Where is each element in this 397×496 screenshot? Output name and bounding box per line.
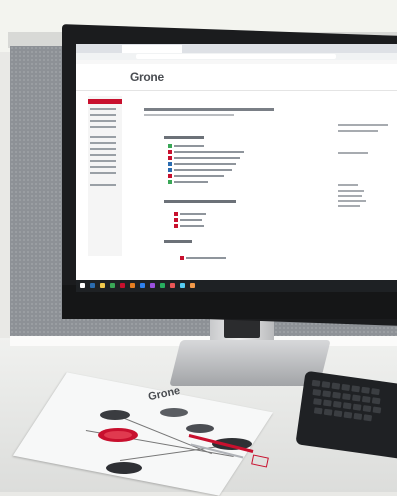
section-title bbox=[164, 200, 236, 203]
key bbox=[342, 402, 352, 410]
header-divider bbox=[76, 90, 397, 91]
folder-icon[interactable] bbox=[100, 283, 105, 288]
taskbar-app-icon[interactable] bbox=[180, 283, 185, 288]
taskbar-app-icon[interactable] bbox=[190, 283, 195, 288]
activity-link[interactable] bbox=[174, 163, 236, 165]
address-bar[interactable] bbox=[136, 54, 336, 59]
sidebar-item-active[interactable] bbox=[88, 99, 122, 104]
key bbox=[353, 412, 363, 420]
activity-link[interactable] bbox=[174, 157, 240, 159]
brochure-disc bbox=[106, 462, 142, 474]
key bbox=[321, 381, 331, 389]
key bbox=[351, 385, 361, 393]
block-item[interactable] bbox=[338, 205, 360, 207]
key bbox=[343, 411, 353, 419]
key bbox=[361, 395, 371, 403]
pdf-icon bbox=[174, 224, 178, 228]
doc-icon bbox=[168, 162, 172, 166]
key bbox=[332, 400, 342, 408]
activity-link[interactable] bbox=[174, 151, 244, 153]
pdf-icon bbox=[180, 256, 184, 260]
activity-link[interactable] bbox=[174, 145, 204, 147]
block-item[interactable] bbox=[338, 200, 366, 202]
taskbar-app-icon[interactable] bbox=[110, 283, 115, 288]
activity-link[interactable] bbox=[180, 225, 204, 227]
taskbar-app-icon[interactable] bbox=[150, 283, 155, 288]
start-icon[interactable] bbox=[80, 283, 85, 288]
activity-icon bbox=[168, 180, 172, 184]
sidebar-item[interactable] bbox=[90, 172, 116, 174]
key bbox=[351, 394, 361, 402]
key bbox=[313, 398, 322, 406]
activity-link[interactable] bbox=[174, 175, 224, 177]
block-item[interactable] bbox=[338, 190, 364, 192]
sidebar-item[interactable] bbox=[90, 136, 116, 138]
block-item[interactable] bbox=[338, 184, 358, 186]
brochure-disc bbox=[160, 408, 188, 417]
activity-link[interactable] bbox=[180, 213, 206, 215]
activity-link[interactable] bbox=[186, 257, 226, 259]
key bbox=[312, 388, 322, 396]
key bbox=[372, 406, 382, 414]
key bbox=[361, 386, 370, 394]
brochure-disc bbox=[186, 424, 214, 433]
key bbox=[363, 414, 373, 422]
key bbox=[322, 390, 332, 398]
sidebar-item[interactable] bbox=[90, 166, 116, 168]
activity-icon bbox=[168, 144, 172, 148]
sidebar-item[interactable] bbox=[90, 108, 116, 110]
breadcrumb bbox=[144, 114, 234, 116]
bookmarks-bar bbox=[76, 60, 397, 64]
monitor-screen: Grone bbox=[76, 44, 397, 292]
key bbox=[311, 379, 321, 387]
pdf-icon bbox=[168, 174, 172, 178]
key bbox=[331, 382, 341, 390]
pdf-icon bbox=[174, 212, 178, 216]
block-item[interactable] bbox=[338, 124, 388, 126]
browser-tab[interactable] bbox=[122, 45, 182, 53]
sidebar-item[interactable] bbox=[90, 148, 116, 150]
key bbox=[371, 397, 381, 405]
site-logo[interactable]: Grone bbox=[130, 70, 164, 84]
taskbar-app-icon[interactable] bbox=[130, 283, 135, 288]
sidebar-item[interactable] bbox=[90, 126, 116, 128]
taskbar-app-icon[interactable] bbox=[140, 283, 145, 288]
key bbox=[323, 399, 332, 407]
pdf-icon bbox=[168, 156, 172, 160]
key bbox=[333, 410, 343, 418]
taskbar-app-icon[interactable] bbox=[120, 283, 125, 288]
sidebar-item[interactable] bbox=[90, 184, 116, 186]
key bbox=[342, 393, 351, 401]
activity-link[interactable] bbox=[174, 181, 208, 183]
doc-icon bbox=[168, 168, 172, 172]
taskbar-app-icon[interactable] bbox=[160, 283, 165, 288]
section-title bbox=[164, 240, 192, 243]
sidebar-item[interactable] bbox=[90, 114, 116, 116]
sidebar-item[interactable] bbox=[90, 142, 116, 144]
block-item[interactable] bbox=[338, 195, 362, 197]
pdf-icon bbox=[168, 150, 172, 154]
key bbox=[341, 383, 351, 391]
taskbar-app-icon[interactable] bbox=[90, 283, 95, 288]
keyboard bbox=[295, 370, 397, 460]
key bbox=[332, 391, 341, 399]
key bbox=[371, 388, 380, 396]
course-title bbox=[144, 108, 274, 111]
taskbar-app-icon[interactable] bbox=[170, 283, 175, 288]
section-title bbox=[164, 136, 204, 139]
block-item[interactable] bbox=[338, 130, 378, 132]
sidebar-item[interactable] bbox=[90, 154, 116, 156]
activity-link[interactable] bbox=[174, 169, 232, 171]
activity-link[interactable] bbox=[180, 219, 202, 221]
block-item[interactable] bbox=[338, 152, 368, 154]
key bbox=[313, 407, 323, 415]
brochure-disc-red-top bbox=[104, 431, 132, 439]
key bbox=[352, 403, 362, 411]
brochure-disc bbox=[100, 410, 130, 420]
key bbox=[362, 405, 372, 413]
sidebar-item[interactable] bbox=[90, 160, 116, 162]
sidebar-item[interactable] bbox=[90, 120, 116, 122]
key bbox=[323, 408, 333, 416]
pdf-icon bbox=[174, 218, 178, 222]
